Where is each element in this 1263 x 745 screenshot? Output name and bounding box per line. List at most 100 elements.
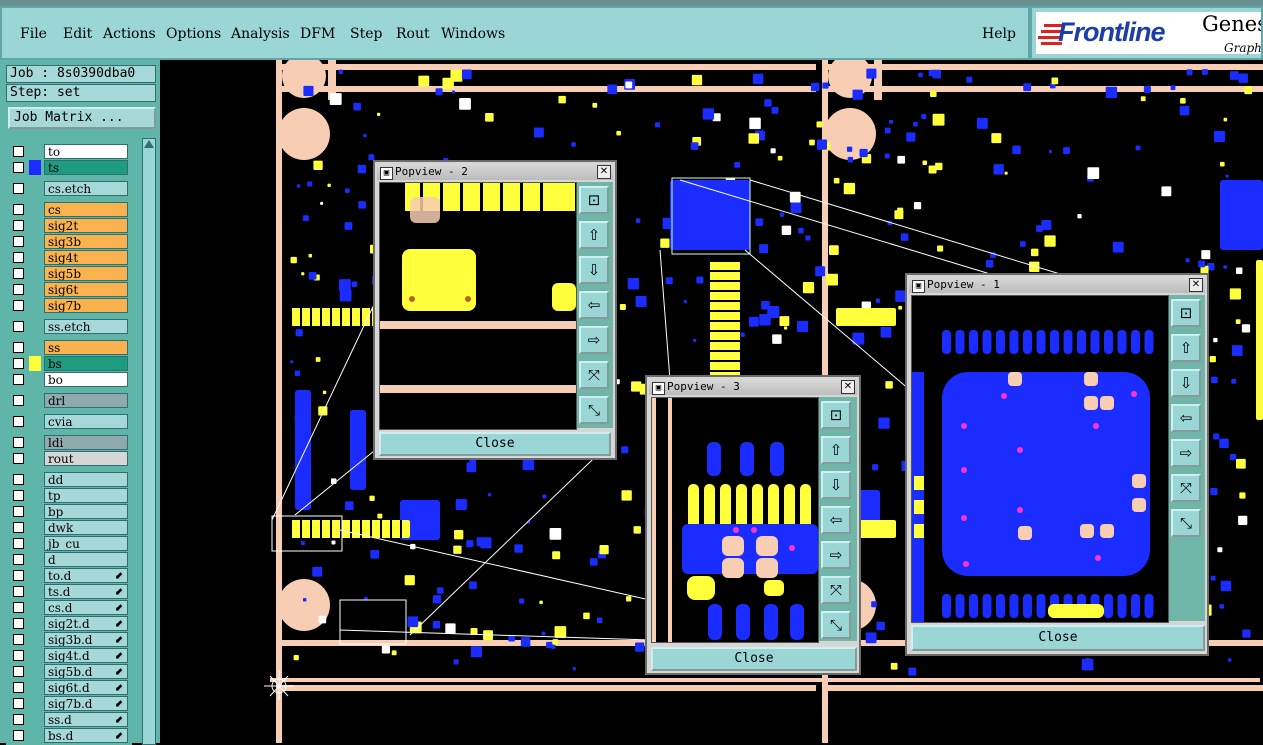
layer-checkbox[interactable]	[13, 342, 24, 353]
layer-affected-marker[interactable]	[29, 584, 41, 599]
popview-2-view[interactable]	[379, 182, 577, 430]
layer-name[interactable]: sig4t.d ⬋	[44, 648, 128, 663]
layer-checkbox[interactable]	[13, 554, 24, 565]
layer-affected-marker[interactable]	[29, 144, 41, 159]
popview-3-close-button[interactable]: Close	[651, 647, 857, 671]
layer-checkbox[interactable]	[13, 682, 24, 693]
layer-affected-marker[interactable]	[29, 536, 41, 551]
layer-name[interactable]: rout	[44, 451, 128, 466]
layer-affected-marker[interactable]	[29, 250, 41, 265]
pan-up-button[interactable]: ⇧	[821, 436, 851, 464]
layer-row-sig7b-d[interactable]: sig7b.d ⬋	[10, 696, 132, 711]
layer-name[interactable]: bs	[44, 356, 128, 371]
layer-checkbox[interactable]	[13, 183, 24, 194]
layer-name[interactable]: bo	[44, 372, 128, 387]
layer-checkbox[interactable]	[13, 618, 24, 629]
layer-name[interactable]: ldi	[44, 435, 128, 450]
pan-down-button[interactable]: ⇩	[821, 471, 851, 499]
layer-name[interactable]: cs	[44, 202, 128, 217]
layer-checkbox[interactable]	[13, 284, 24, 295]
layer-checkbox[interactable]	[13, 453, 24, 464]
layer-row-tp[interactable]: tp	[10, 488, 132, 503]
layer-row-cs[interactable]: cs	[10, 202, 132, 217]
popview-2-titlebar[interactable]: ▣ Popview - 2	[377, 164, 613, 180]
zoom-in-button[interactable]: ⤧	[1171, 474, 1201, 502]
menu-help[interactable]: Help	[982, 26, 1016, 42]
pan-left-button[interactable]: ⇦	[579, 291, 609, 319]
layer-checkbox[interactable]	[13, 650, 24, 661]
layer-row-sig5b[interactable]: sig5b	[10, 266, 132, 281]
layer-affected-marker[interactable]	[29, 266, 41, 281]
layer-affected-marker[interactable]	[29, 664, 41, 679]
layer-affected-marker[interactable]	[29, 520, 41, 535]
menu-windows[interactable]: Windows	[441, 26, 505, 42]
menu-dfm[interactable]: DFM	[300, 26, 335, 42]
layer-row-sig3b[interactable]: sig3b	[10, 234, 132, 249]
layer-name[interactable]: tp	[44, 488, 128, 503]
menu-edit[interactable]: Edit	[63, 26, 92, 42]
layer-name[interactable]: ts	[44, 160, 128, 175]
layer-checkbox[interactable]	[13, 220, 24, 231]
layer-affected-marker[interactable]	[29, 298, 41, 313]
zoom-out-button[interactable]: ⤡	[1171, 509, 1201, 537]
layer-checkbox[interactable]	[13, 522, 24, 533]
layer-row-bs[interactable]: bs	[10, 356, 132, 371]
popview-1-close-button[interactable]: Close	[911, 625, 1205, 651]
popview-3-view[interactable]	[651, 397, 819, 643]
layer-name[interactable]: cs.d ⬋	[44, 600, 128, 615]
layer-row-cs-d[interactable]: cs.d ⬋	[10, 600, 132, 615]
layer-name[interactable]: ss.d ⬋	[44, 712, 128, 727]
layer-affected-marker[interactable]	[29, 568, 41, 583]
layer-checkbox[interactable]	[13, 474, 24, 485]
layer-name[interactable]: jb_cu	[44, 536, 128, 551]
layer-checkbox[interactable]	[13, 358, 24, 369]
layer-row-sig6t[interactable]: sig6t	[10, 282, 132, 297]
layer-row-bp[interactable]: bp	[10, 504, 132, 519]
popview-1-view[interactable]	[911, 295, 1169, 623]
layer-row-bs-d[interactable]: bs.d ⬋	[10, 728, 132, 743]
layer-affected-marker[interactable]	[29, 160, 41, 175]
layer-checkbox[interactable]	[13, 162, 24, 173]
layer-checkbox[interactable]	[13, 395, 24, 406]
popview-2-close-button[interactable]: Close	[379, 432, 611, 456]
layer-affected-marker[interactable]	[29, 340, 41, 355]
layer-affected-marker[interactable]	[29, 488, 41, 503]
layer-row-sig6t-d[interactable]: sig6t.d ⬋	[10, 680, 132, 695]
layer-affected-marker[interactable]	[29, 632, 41, 647]
layer-row-ts[interactable]: ts	[10, 160, 132, 175]
layer-name[interactable]: sig7b.d ⬋	[44, 696, 128, 711]
layer-name[interactable]: d	[44, 552, 128, 567]
layer-affected-marker[interactable]	[29, 696, 41, 711]
zoom-fit-button[interactable]: ⊡	[579, 186, 609, 214]
layer-name[interactable]: sig5b.d ⬋	[44, 664, 128, 679]
layer-checkbox[interactable]	[13, 268, 24, 279]
menu-step[interactable]: Step	[350, 26, 382, 42]
layer-affected-marker[interactable]	[29, 472, 41, 487]
layer-name[interactable]: to	[44, 144, 128, 159]
layer-name[interactable]: to.d ⬋	[44, 568, 128, 583]
layer-affected-marker[interactable]	[29, 616, 41, 631]
layer-affected-marker[interactable]	[29, 504, 41, 519]
layer-row-ss[interactable]: ss	[10, 340, 132, 355]
layer-row-d[interactable]: d	[10, 552, 132, 567]
layer-affected-marker[interactable]	[29, 202, 41, 217]
pan-up-button[interactable]: ⇧	[579, 221, 609, 249]
layer-checkbox[interactable]	[13, 602, 24, 613]
layer-affected-marker[interactable]	[29, 435, 41, 450]
layer-affected-marker[interactable]	[29, 234, 41, 249]
popview-3-titlebar[interactable]: ▣ Popview - 3	[649, 379, 857, 395]
layer-name[interactable]: cs.etch	[44, 181, 128, 196]
layer-checkbox[interactable]	[13, 416, 24, 427]
layer-affected-marker[interactable]	[29, 372, 41, 387]
layer-affected-marker[interactable]	[29, 356, 41, 371]
layer-row-drl[interactable]: drl	[10, 393, 132, 408]
layer-row-sig4t[interactable]: sig4t	[10, 250, 132, 265]
pan-down-button[interactable]: ⇩	[1171, 369, 1201, 397]
zoom-out-button[interactable]: ⤡	[821, 611, 851, 639]
layer-affected-marker[interactable]	[29, 414, 41, 429]
layer-checkbox[interactable]	[13, 236, 24, 247]
layer-row-sig3b-d[interactable]: sig3b.d ⬋	[10, 632, 132, 647]
layer-checkbox[interactable]	[13, 714, 24, 725]
layer-row-bo[interactable]: bo	[10, 372, 132, 387]
layer-name[interactable]: dwk	[44, 520, 128, 535]
